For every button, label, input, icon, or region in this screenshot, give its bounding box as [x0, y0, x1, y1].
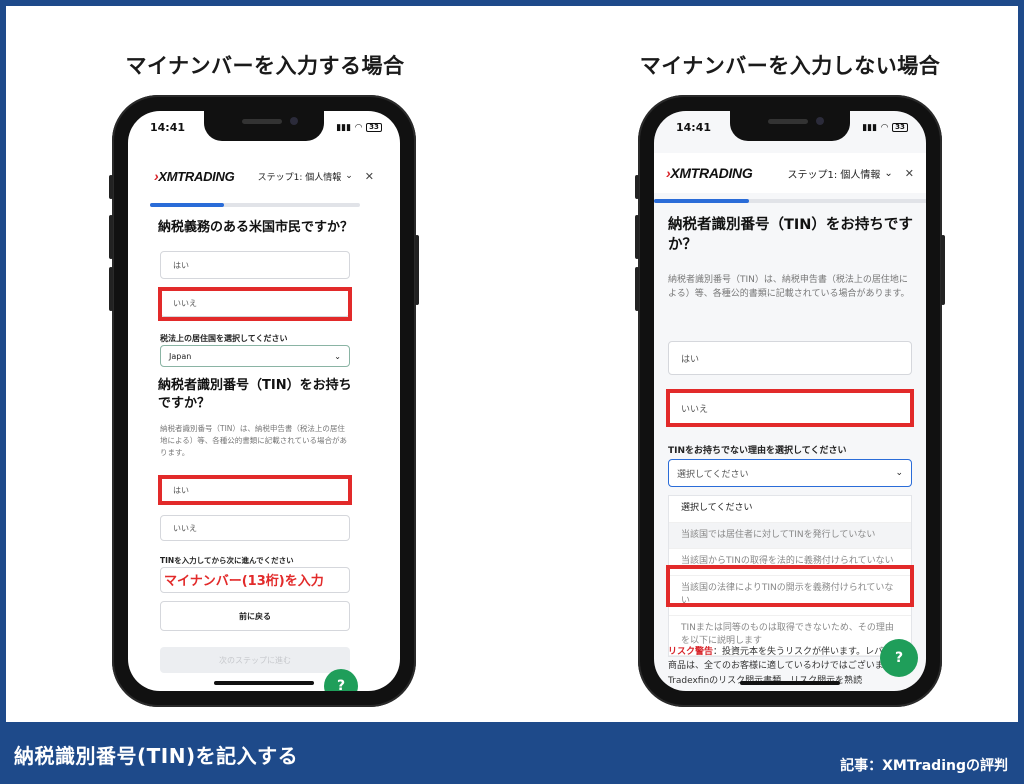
highlight-no: [666, 389, 914, 427]
next-step-button[interactable]: 次のステップに進む: [160, 647, 350, 673]
footer-caption: 納税識別番号(TIN)を記入する: [14, 744, 299, 768]
option-yes[interactable]: はい: [160, 251, 350, 279]
wifi-icon: ◠: [355, 122, 362, 133]
dropdown-option[interactable]: 選択してください: [669, 496, 911, 523]
app-header: ›XMTRADING ステップ1: 個人情報 ⌄ ✕: [654, 153, 926, 193]
close-icon[interactable]: ✕: [905, 167, 914, 180]
power-button: [415, 235, 419, 305]
right-screen: 14:41 ▮▮▮ ◠ 33 ›XMTRADING ステップ1: 個人情報 ⌄ ✕ 納税…: [654, 111, 926, 691]
tin-input-label: TINを入力してから次に進んでください: [160, 556, 294, 565]
country-select[interactable]: Japan ⌄: [160, 345, 350, 367]
tin-description: 納税者識別番号（TIN）は、納税申告書（税法上の居住地による）等、各種公的書類に…: [160, 424, 348, 457]
back-button[interactable]: 前に戻る: [160, 601, 350, 631]
tin-description: 納税者識別番号（TIN）は、納税申告書（税法上の居住地による）等、各種公的書類に…: [668, 275, 910, 300]
step-selector[interactable]: ステップ1: 個人情報 ⌄ ✕: [787, 166, 914, 181]
battery-icon: 33: [892, 123, 908, 132]
chevron-down-icon: ⌄: [884, 167, 893, 179]
signal-icon: ▮▮▮: [336, 122, 352, 133]
question-icon: ?: [336, 678, 346, 691]
silent-switch: [635, 175, 639, 199]
reason-label: TINをお持ちでない理由を選択してください: [668, 446, 847, 456]
volume-down-button: [635, 267, 639, 311]
country-label: 税法上の居住国を選択してください: [160, 334, 288, 343]
status-time: 14:41: [150, 121, 186, 134]
question-icon: ?: [894, 650, 904, 666]
status-bar: 14:41 ▮▮▮ ◠ 33: [150, 121, 382, 134]
chevron-down-icon: ⌄: [895, 468, 903, 478]
wifi-icon: ◠: [881, 122, 888, 133]
app-header: ›XMTRADING ステップ1: 個人情報 ⌄ ✕: [150, 159, 378, 193]
right-panel-title: マイナンバーを入力しない場合: [639, 54, 941, 78]
left-panel-title: マイナンバーを入力する場合: [125, 54, 405, 78]
tin-option-yes[interactable]: はい: [668, 341, 912, 375]
annotation-my-number: マイナンバー(13桁)を入力: [164, 574, 324, 589]
silent-switch: [109, 175, 113, 199]
close-icon[interactable]: ✕: [365, 170, 374, 183]
reason-select[interactable]: 選択してください ⌄: [668, 459, 912, 487]
highlight-yes: [158, 475, 352, 505]
highlight-option: [666, 565, 914, 607]
xmtrading-logo: ›XMTRADING: [666, 165, 753, 181]
left-phone: 14:41 ▮▮▮ ◠ 33 ›XMTRADING ステップ1: 個人情報 ⌄ ✕ 納税…: [109, 95, 419, 707]
footer-article-link[interactable]: 記事：XMTradingの評判: [840, 755, 1008, 775]
highlight-no: [158, 287, 352, 321]
volume-up-button: [635, 215, 639, 259]
battery-icon: 33: [366, 123, 382, 132]
right-phone: 14:41 ▮▮▮ ◠ 33 ›XMTRADING ステップ1: 個人情報 ⌄ ✕ 納税…: [635, 95, 945, 707]
chevron-down-icon: ⌄: [345, 171, 353, 181]
chevron-down-icon: ⌄: [334, 351, 341, 361]
volume-up-button: [109, 215, 113, 259]
status-bar: 14:41 ▮▮▮ ◠ 33: [676, 121, 908, 134]
status-time: 14:41: [676, 121, 712, 134]
help-button[interactable]: ?: [880, 639, 918, 677]
volume-down-button: [109, 267, 113, 311]
progress-bar: [150, 203, 360, 207]
step-selector[interactable]: ステップ1: 個人情報 ⌄ ✕: [258, 170, 374, 183]
question-tin: 納税者識別番号（TIN）をお持ちですか？: [668, 217, 913, 254]
question-tin: 納税者識別番号（TIN）をお持ちですか？: [158, 378, 352, 412]
left-screen: 14:41 ▮▮▮ ◠ 33 ›XMTRADING ステップ1: 個人情報 ⌄ ✕ 納税…: [128, 111, 400, 691]
help-button[interactable]: ?: [324, 669, 358, 691]
home-indicator: [740, 681, 840, 685]
question-us-citizen: 納税義務のある米国市民ですか？: [158, 220, 354, 235]
home-indicator: [214, 681, 314, 685]
progress-bar: [654, 199, 926, 203]
tin-option-no[interactable]: いいえ: [160, 515, 350, 541]
signal-icon: ▮▮▮: [862, 122, 878, 133]
power-button: [941, 235, 945, 305]
dropdown-option[interactable]: 当該国では居住者に対してTINを発行していない: [669, 522, 911, 549]
xmtrading-logo: ›XMTRADING: [154, 168, 235, 184]
